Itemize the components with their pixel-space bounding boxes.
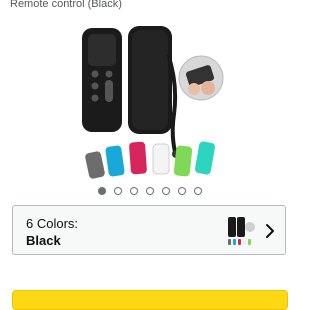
carousel-dot[interactable] xyxy=(130,187,138,195)
carousel-dot[interactable] xyxy=(98,187,106,195)
add-to-cart-button[interactable] xyxy=(12,290,288,310)
variant-case-teal xyxy=(194,141,216,175)
remote-button xyxy=(91,94,99,102)
carousel-dot[interactable] xyxy=(146,187,154,195)
variation-thumbnail xyxy=(228,217,255,245)
variant-case-white xyxy=(152,143,170,175)
remote-button xyxy=(105,70,113,78)
variant-case-red xyxy=(129,141,147,175)
variant-case-green xyxy=(173,145,193,177)
remote-button xyxy=(91,70,99,78)
carousel-dot[interactable] xyxy=(114,187,122,195)
carousel-dot[interactable] xyxy=(178,187,186,195)
variant-case-gray xyxy=(85,151,105,179)
remote-button xyxy=(91,82,99,90)
inset-finger xyxy=(188,83,200,95)
remote-volume-rocker xyxy=(105,80,113,102)
product-subtitle: Remote control (Black) xyxy=(10,0,122,10)
carousel-dot[interactable] xyxy=(194,187,202,195)
carousel-dots xyxy=(0,187,300,197)
color-variation-selector[interactable]: 6 Colors: Black xyxy=(12,205,286,255)
remote-touch-surface xyxy=(88,34,116,66)
variant-case-blue xyxy=(105,145,125,177)
product-image[interactable] xyxy=(0,14,300,182)
variation-selected-value: Black xyxy=(26,233,61,248)
inset-finger xyxy=(201,81,215,95)
chevron-right-icon xyxy=(266,224,274,238)
variation-label: 6 Colors: xyxy=(26,216,79,231)
case-texture xyxy=(132,30,168,130)
color-variants-row xyxy=(85,141,216,179)
carousel-dot[interactable] xyxy=(162,187,170,195)
